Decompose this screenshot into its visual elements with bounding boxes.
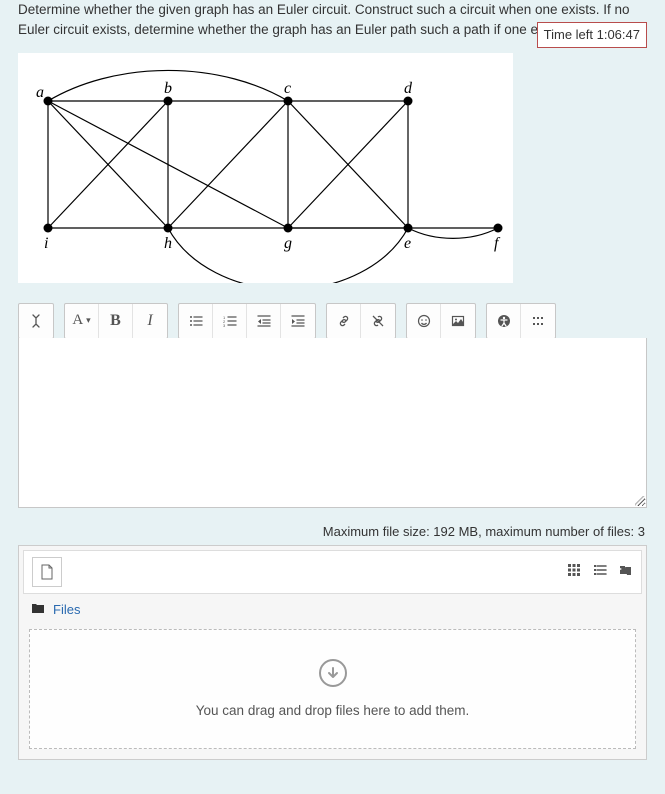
folder-icon <box>31 602 45 617</box>
grid-view-icon[interactable] <box>567 563 581 580</box>
unlink-button[interactable] <box>361 304 395 338</box>
link-button[interactable] <box>327 304 361 338</box>
download-icon <box>319 659 347 687</box>
svg-text:g: g <box>284 235 292 252</box>
file-upload: Files You can drag and drop files here t… <box>18 545 647 760</box>
accessibility-button[interactable] <box>487 304 521 338</box>
upload-limits: Maximum file size: 192 MB, maximum numbe… <box>18 524 645 539</box>
files-label: Files <box>53 602 80 617</box>
graph-image: a b c d i h g e f <box>18 53 513 283</box>
timer-label: Time left 1:06:47 <box>544 27 640 42</box>
rich-text-editor: A▾ B I 123 <box>18 303 647 508</box>
svg-text:i: i <box>44 235 48 252</box>
ol-button[interactable]: 123 <box>213 304 247 338</box>
font-button[interactable]: A▾ <box>65 304 99 338</box>
svg-text:d: d <box>404 80 413 97</box>
svg-text:f: f <box>494 235 501 252</box>
expand-button[interactable] <box>19 304 53 338</box>
outdent-button[interactable] <box>247 304 281 338</box>
bold-button[interactable]: B <box>99 304 133 338</box>
add-file-button[interactable] <box>32 557 62 587</box>
tree-view-icon[interactable] <box>619 563 633 580</box>
image-button[interactable] <box>441 304 475 338</box>
drop-zone[interactable]: You can drag and drop files here to add … <box>29 629 636 749</box>
more-button[interactable] <box>521 304 555 338</box>
files-folder[interactable]: Files <box>23 596 642 623</box>
svg-text:a: a <box>36 84 44 101</box>
ul-button[interactable] <box>179 304 213 338</box>
editor-textarea[interactable] <box>18 338 647 508</box>
svg-text:e: e <box>404 235 411 252</box>
editor-toolbar: A▾ B I 123 <box>18 303 647 339</box>
emoji-button[interactable] <box>407 304 441 338</box>
svg-text:b: b <box>164 80 172 97</box>
question-text: Determine whether the given graph has an… <box>18 0 647 41</box>
indent-button[interactable] <box>281 304 315 338</box>
drop-hint: You can drag and drop files here to add … <box>196 703 469 718</box>
timer: Time left 1:06:47 <box>537 22 647 48</box>
svg-text:h: h <box>164 235 172 252</box>
list-view-icon[interactable] <box>593 563 607 580</box>
italic-button[interactable]: I <box>133 304 167 338</box>
svg-text:3: 3 <box>223 323 226 328</box>
upload-toolbar <box>23 550 642 594</box>
svg-text:c: c <box>284 80 291 97</box>
